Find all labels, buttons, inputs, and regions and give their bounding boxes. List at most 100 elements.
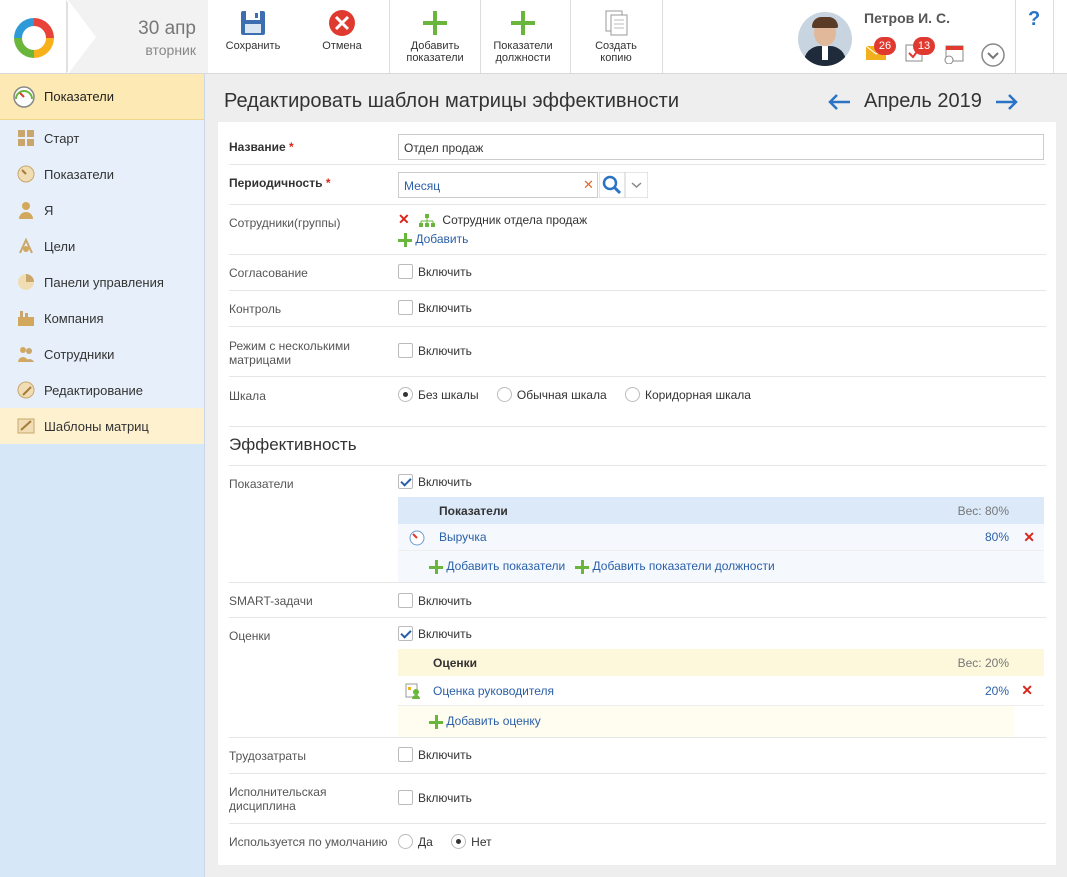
user-name[interactable]: Петров И. С. — [864, 10, 950, 26]
arrow-left-icon[interactable] — [826, 92, 852, 112]
multi-matrix-row: Режим с несколькими матрицами Включить — [229, 327, 1046, 377]
default-option-no[interactable]: Нет — [451, 834, 492, 850]
cancel-icon — [329, 10, 355, 36]
add-rating-link[interactable]: Добавить оценку — [429, 714, 541, 729]
position-indicators-button[interactable]: Показатели должности — [486, 0, 560, 73]
remove-icon[interactable]: ✕ — [1021, 682, 1033, 699]
smart-checkbox[interactable]: Включить — [398, 593, 472, 609]
periodicity-select[interactable]: Месяц — [398, 172, 598, 198]
plus-icon — [423, 11, 447, 35]
smart-row: SMART-задачи Включить — [229, 583, 1046, 618]
enable-label: Включить — [418, 626, 472, 641]
sidebar-item-matrix-templates[interactable]: Шаблоны матриц — [0, 408, 204, 444]
radio[interactable] — [624, 387, 640, 403]
ratings-table-header: Оценки Вес: 20% — [398, 649, 1044, 676]
employees-row: Сотрудники(группы) ✕ Сотрудник отдела пр… — [229, 205, 1046, 255]
checkbox[interactable] — [398, 747, 413, 763]
checkbox[interactable] — [398, 626, 413, 642]
arrow-right-icon[interactable] — [994, 92, 1020, 112]
checkbox[interactable] — [398, 264, 413, 280]
indicator-name-link[interactable]: Выручка — [439, 530, 487, 544]
checkbox[interactable] — [398, 474, 413, 490]
add-indicators-link[interactable]: Добавить показатели — [429, 559, 565, 574]
add-employee-label: Добавить — [415, 232, 469, 246]
radio[interactable] — [398, 834, 413, 850]
scale-option-label: Коридорная шкала — [644, 387, 751, 402]
checkbox[interactable] — [398, 790, 413, 806]
checkbox[interactable] — [398, 343, 413, 359]
position-indicators-label-1: Показатели — [493, 40, 553, 52]
periodicity-label: Периодичность * — [229, 176, 331, 190]
scale-option-corridor[interactable]: Коридорная шкала — [624, 387, 751, 403]
scale-option-none[interactable]: Без шкалы — [398, 387, 479, 403]
remove-icon[interactable]: ✕ — [1023, 529, 1035, 546]
control-checkbox[interactable]: Включить — [398, 300, 472, 316]
save-button[interactable]: Сохранить — [216, 0, 290, 73]
cancel-label: Отмена — [322, 40, 362, 52]
sidebar-item-indicators[interactable]: Показатели — [0, 156, 204, 192]
rating-name-link[interactable]: Оценка руководителя — [433, 684, 554, 698]
checkbox[interactable] — [398, 300, 413, 316]
sidebar-item-editing[interactable]: Редактирование — [0, 372, 204, 408]
employee-item-label: Сотрудник отдела продаж — [442, 213, 588, 227]
sidebar-item-me[interactable]: Я — [0, 192, 204, 228]
sidebar-item-goals[interactable]: Цели — [0, 228, 204, 264]
sidebar-item-employees[interactable]: Сотрудники — [0, 336, 204, 372]
enable-label: Включить — [418, 593, 472, 608]
rating-value[interactable]: 20% — [985, 684, 1009, 698]
enable-label: Включить — [418, 300, 472, 315]
page-title: Редактировать шаблон матрицы эффективнос… — [224, 90, 679, 112]
sidebar-header[interactable]: Показатели — [0, 74, 204, 120]
labor-checkbox[interactable]: Включить — [398, 747, 472, 763]
discipline-checkbox[interactable]: Включить — [398, 790, 472, 806]
table-row: Выручка 80% ✕ — [398, 524, 1044, 551]
default-option-yes[interactable]: Да — [398, 834, 433, 850]
indicator-value[interactable]: 80% — [985, 530, 1009, 544]
multi-matrix-checkbox[interactable]: Включить — [398, 343, 472, 359]
save-icon — [241, 11, 265, 35]
logo-area: 30 апр вторник — [0, 0, 208, 73]
radio[interactable] — [496, 387, 512, 403]
ratings-weight: Вес: 20% — [957, 655, 1009, 670]
enable-label: Включить — [418, 790, 472, 805]
indicators-checkbox[interactable]: Включить — [398, 474, 472, 490]
scale-option-normal[interactable]: Обычная шкала — [496, 387, 607, 403]
add-indicators-label-2: показатели — [406, 52, 464, 64]
help-button[interactable]: ? — [1028, 8, 1040, 31]
sidebar-item-start[interactable]: Старт — [0, 120, 204, 156]
search-icon[interactable] — [599, 172, 625, 198]
ratings-checkbox[interactable]: Включить — [398, 626, 472, 642]
radio[interactable] — [451, 834, 467, 850]
cancel-button[interactable]: Отмена — [306, 0, 378, 73]
sidebar-item-dashboards[interactable]: Панели управления — [0, 264, 204, 300]
plus-icon — [398, 232, 412, 247]
checkbox[interactable] — [398, 593, 413, 609]
approval-label: Согласование — [229, 266, 308, 280]
remove-icon[interactable]: ✕ — [398, 211, 410, 227]
date-day: 30 апр — [138, 18, 196, 39]
add-employee-link[interactable]: Добавить — [398, 232, 468, 247]
radio[interactable] — [398, 387, 413, 403]
sidebar: Показатели Старт Показатели Я Цели Панел… — [0, 74, 205, 877]
sidebar-item-label: Я — [44, 202, 54, 218]
indicators-table-title: Показатели — [439, 503, 508, 518]
approval-checkbox[interactable]: Включить — [398, 264, 472, 280]
avatar[interactable] — [798, 12, 852, 66]
create-copy-button[interactable]: Создать копию — [580, 0, 652, 73]
calendar-icon[interactable] — [943, 44, 965, 64]
indicators-row: Показатели Включить Показатели Вес: 80% … — [229, 466, 1046, 583]
name-input[interactable]: Отдел продаж — [398, 134, 1044, 160]
sidebar-item-company[interactable]: Компания — [0, 300, 204, 336]
app-logo-icon[interactable] — [11, 15, 57, 61]
add-indicators-button[interactable]: Добавить показатели — [398, 0, 472, 73]
control-row: Контроль Включить — [229, 291, 1046, 327]
indicators-label: Показатели — [229, 477, 294, 491]
users-icon — [16, 344, 36, 364]
employee-item: ✕ Сотрудник отдела продаж — [398, 211, 587, 228]
clear-icon[interactable]: ✕ — [583, 177, 594, 193]
add-position-indicators-link[interactable]: Добавить показатели должности — [575, 559, 775, 574]
periodicity-row: Периодичность * Месяц ✕ — [229, 165, 1046, 205]
chevron-down-icon[interactable] — [625, 172, 648, 198]
chevron-down-icon[interactable] — [981, 43, 1005, 67]
scale-option-label: Без шкалы — [418, 387, 479, 402]
